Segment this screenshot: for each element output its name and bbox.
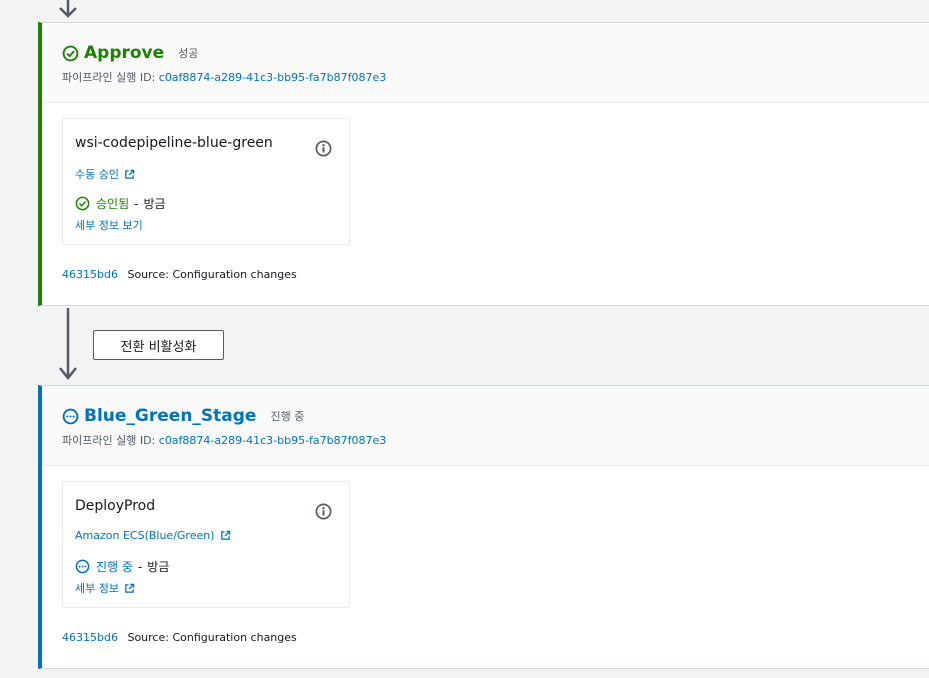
stage-approve: Approve 성공 파이프라인 실행 ID: c0af8874-a289-41… bbox=[38, 22, 929, 306]
status-separator: - bbox=[134, 196, 139, 211]
external-link-icon bbox=[125, 583, 135, 593]
arrow-down-icon bbox=[59, 308, 77, 381]
action-card: wsi-codepipeline-blue-green 수동 승인 승인됨 - … bbox=[62, 118, 350, 245]
ellipsis-circle-icon bbox=[62, 408, 79, 424]
details-link[interactable]: 세부 정보 보기 bbox=[75, 217, 143, 233]
action-card: DeployProd Amazon ECS(Blue/Green) 진행 중 - bbox=[62, 481, 350, 608]
execution-id-row: 파이프라인 실행 ID: c0af8874-a289-41c3-bb95-fa7… bbox=[62, 69, 929, 85]
commit-message: Source: Configuration changes bbox=[127, 631, 297, 644]
stage-status: 진행 중 bbox=[270, 410, 305, 423]
action-name: wsi-codepipeline-blue-green bbox=[75, 135, 273, 151]
provider-label: 수동 승인 bbox=[75, 168, 119, 181]
stage-title: Blue_Green_Stage bbox=[84, 406, 257, 426]
check-circle-icon bbox=[62, 45, 79, 61]
commit-id-link[interactable]: 46315bd6 bbox=[62, 268, 118, 281]
arrow-down-icon bbox=[59, 0, 77, 18]
details-label: 세부 정보 bbox=[75, 582, 119, 595]
execution-id-label: 파이프라인 실행 ID: bbox=[62, 71, 156, 84]
details-label: 세부 정보 보기 bbox=[75, 219, 143, 232]
disable-transition-button[interactable]: 전환 비활성화 bbox=[93, 330, 224, 360]
status-time: 방금 bbox=[143, 197, 166, 211]
stage-header: Blue_Green_Stage 진행 중 파이프라인 실행 ID: c0af8… bbox=[42, 386, 929, 466]
external-link-icon bbox=[125, 169, 135, 179]
info-icon[interactable] bbox=[315, 140, 332, 157]
execution-id-row: 파이프라인 실행 ID: c0af8874-a289-41c3-bb95-fa7… bbox=[62, 432, 929, 448]
commit-row: 46315bd6 Source: Configuration changes bbox=[62, 631, 297, 644]
execution-id-label: 파이프라인 실행 ID: bbox=[62, 434, 156, 447]
stage-header: Approve 성공 파이프라인 실행 ID: c0af8874-a289-41… bbox=[42, 23, 929, 103]
provider-label: Amazon ECS(Blue/Green) bbox=[75, 529, 215, 542]
action-status: 승인됨 - 방금 bbox=[75, 195, 166, 212]
commit-id-link[interactable]: 46315bd6 bbox=[62, 631, 118, 644]
info-icon[interactable] bbox=[315, 503, 332, 520]
stage-status: 성공 bbox=[178, 47, 199, 60]
commit-row: 46315bd6 Source: Configuration changes bbox=[62, 268, 297, 281]
status-word: 진행 중 bbox=[96, 560, 133, 574]
execution-id-link[interactable]: c0af8874-a289-41c3-bb95-fa7b87f087e3 bbox=[159, 71, 387, 84]
check-circle-icon bbox=[75, 196, 90, 211]
status-time: 방금 bbox=[147, 560, 170, 574]
status-word: 승인됨 bbox=[96, 197, 130, 211]
external-link-icon bbox=[220, 530, 230, 540]
stage-title: Approve bbox=[84, 43, 165, 63]
action-provider-link[interactable]: Amazon ECS(Blue/Green) bbox=[75, 529, 231, 542]
action-name: DeployProd bbox=[75, 498, 156, 514]
execution-id-link[interactable]: c0af8874-a289-41c3-bb95-fa7b87f087e3 bbox=[159, 434, 387, 447]
action-status: 진행 중 - 방금 bbox=[75, 558, 169, 575]
details-link[interactable]: 세부 정보 bbox=[75, 580, 135, 596]
ellipsis-circle-icon bbox=[75, 559, 90, 574]
status-separator: - bbox=[137, 559, 143, 574]
commit-message: Source: Configuration changes bbox=[127, 268, 297, 281]
stage-blue-green: Blue_Green_Stage 진행 중 파이프라인 실행 ID: c0af8… bbox=[38, 385, 929, 669]
action-provider-link[interactable]: 수동 승인 bbox=[75, 166, 135, 182]
